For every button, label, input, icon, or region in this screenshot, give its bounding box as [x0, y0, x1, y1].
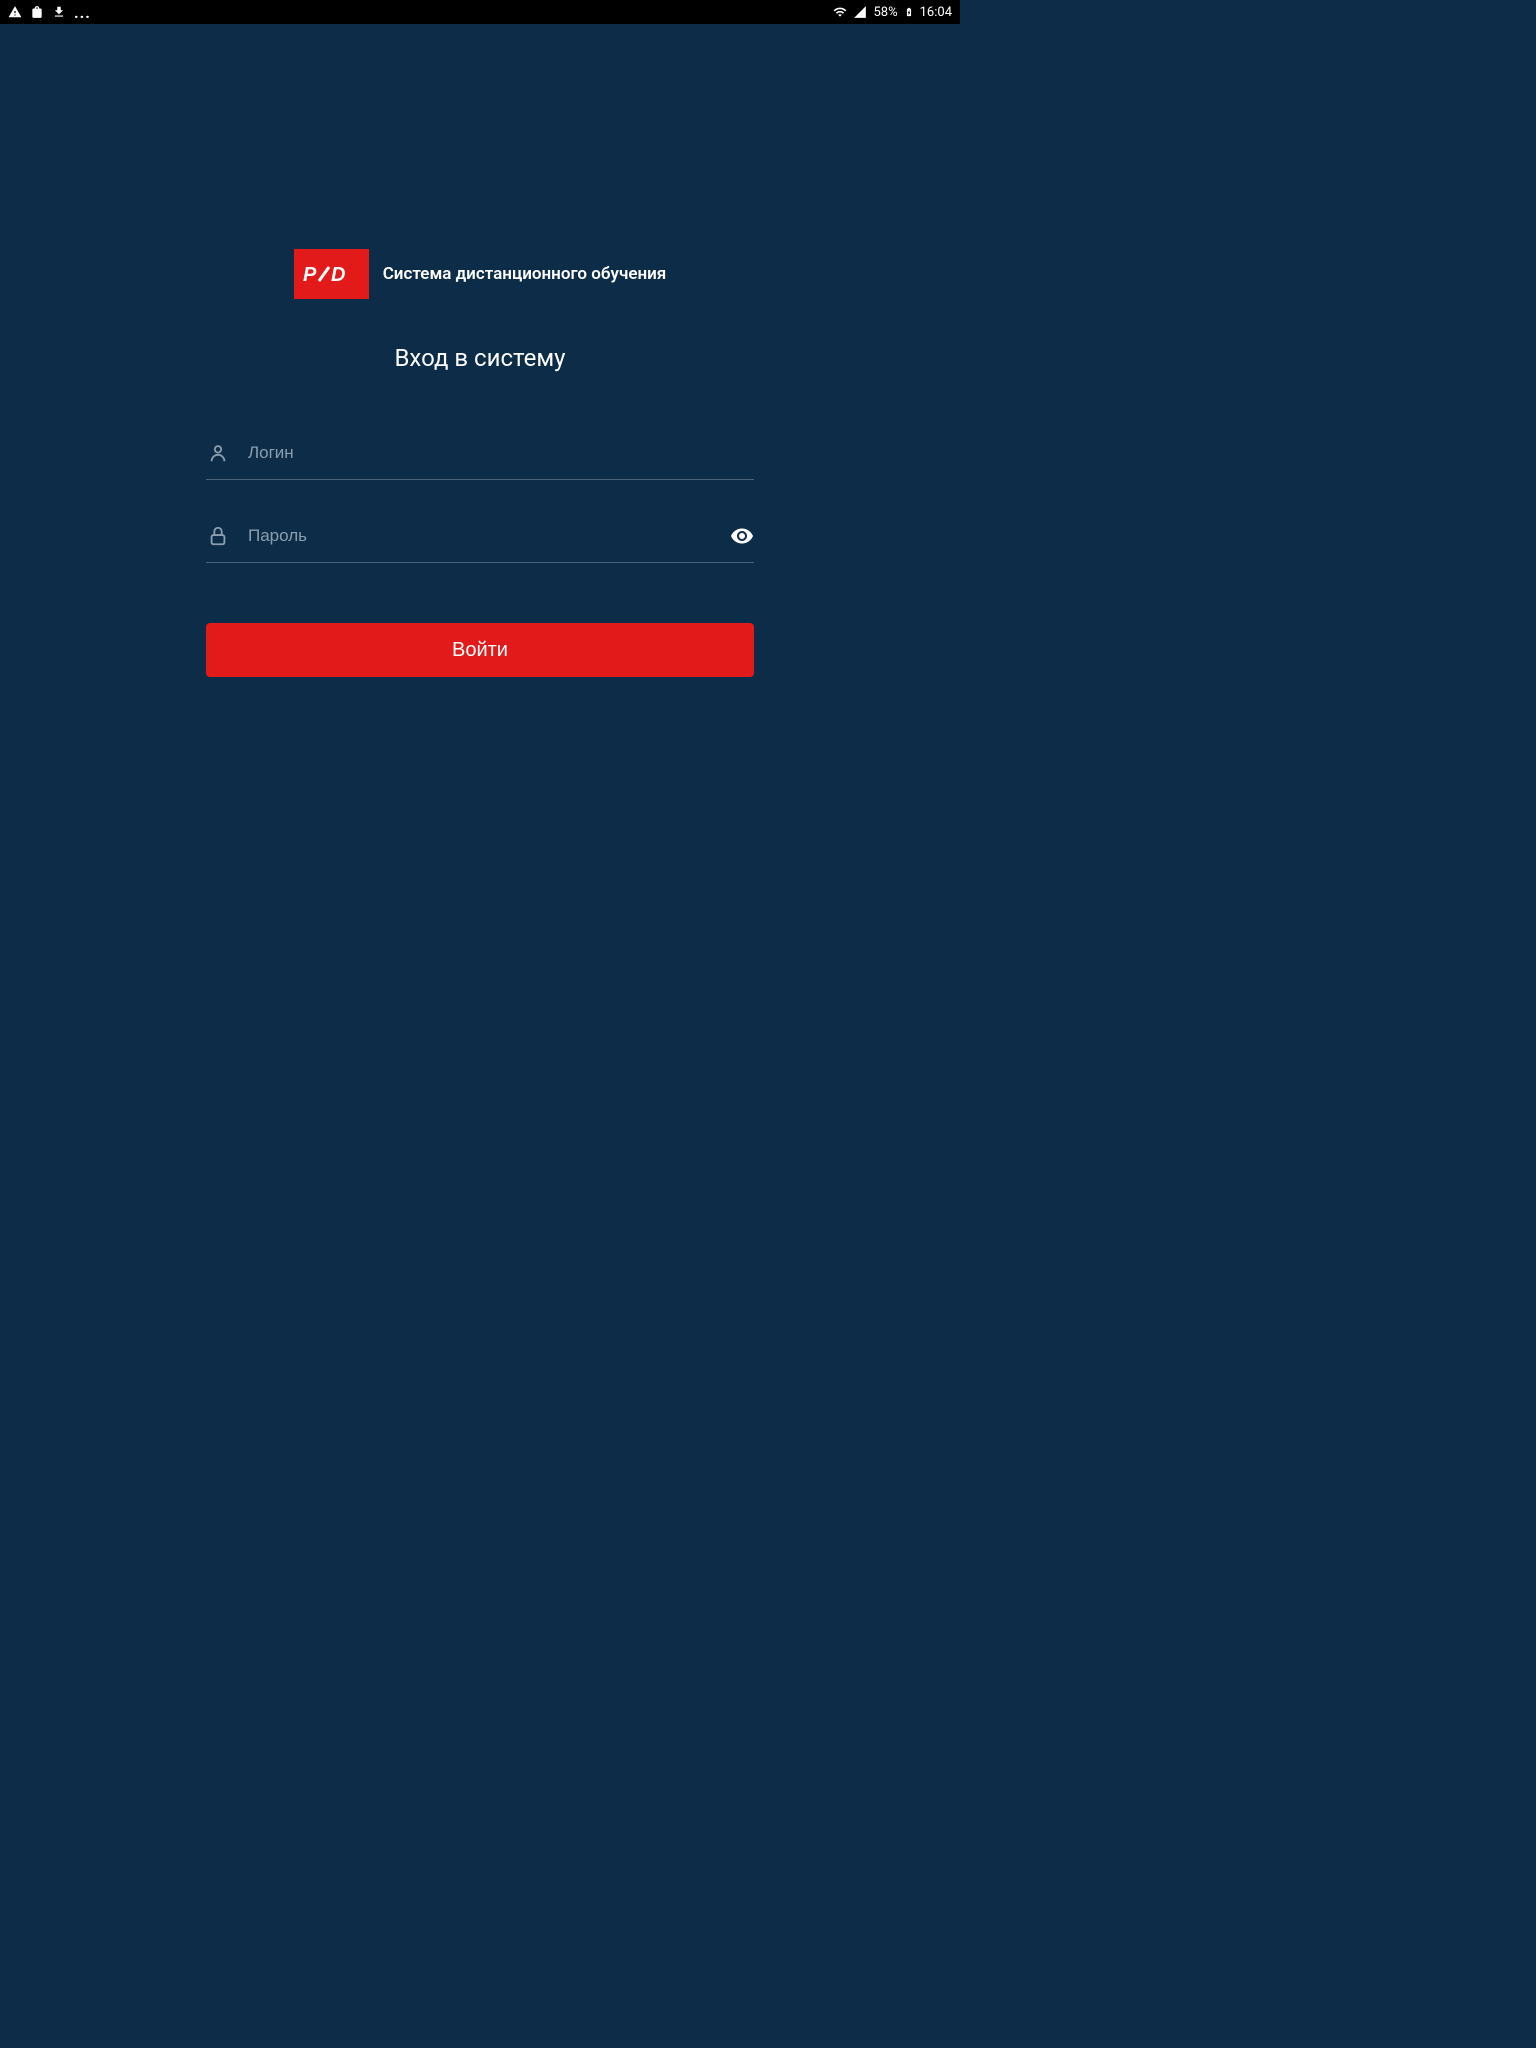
download-icon [52, 5, 66, 19]
cellular-signal-icon [853, 5, 867, 19]
battery-percent: 58% [873, 5, 897, 20]
status-time: 16:04 [920, 5, 952, 20]
status-bar-left: ... [8, 3, 91, 22]
android-status-bar: ... 58% 16:04 [0, 0, 960, 24]
svg-text:D: D [331, 264, 345, 286]
user-icon [206, 441, 230, 465]
logo-section: P D Система дистанционного обучения [294, 249, 667, 299]
wifi-icon [833, 5, 847, 19]
password-input-group [206, 510, 754, 563]
status-bar-right: 58% 16:04 [833, 5, 952, 20]
password-input[interactable] [248, 526, 712, 546]
toggle-password-visibility-icon[interactable] [730, 524, 754, 548]
rzd-logo: P D [294, 249, 369, 299]
app-title: Система дистанционного обучения [383, 263, 667, 285]
login-screen: P D Система дистанционного обучения Вход… [0, 24, 960, 677]
more-notifications-icon: ... [74, 3, 91, 22]
page-title: Вход в систему [394, 344, 565, 372]
warning-icon [8, 5, 22, 19]
login-input-group [206, 427, 754, 480]
lock-icon [206, 524, 230, 548]
shopping-bag-icon [30, 5, 44, 19]
battery-charging-icon [904, 5, 914, 19]
login-form: Войти [206, 427, 754, 677]
login-button[interactable]: Войти [206, 623, 754, 677]
svg-text:P: P [303, 264, 317, 286]
login-input[interactable] [248, 443, 754, 463]
